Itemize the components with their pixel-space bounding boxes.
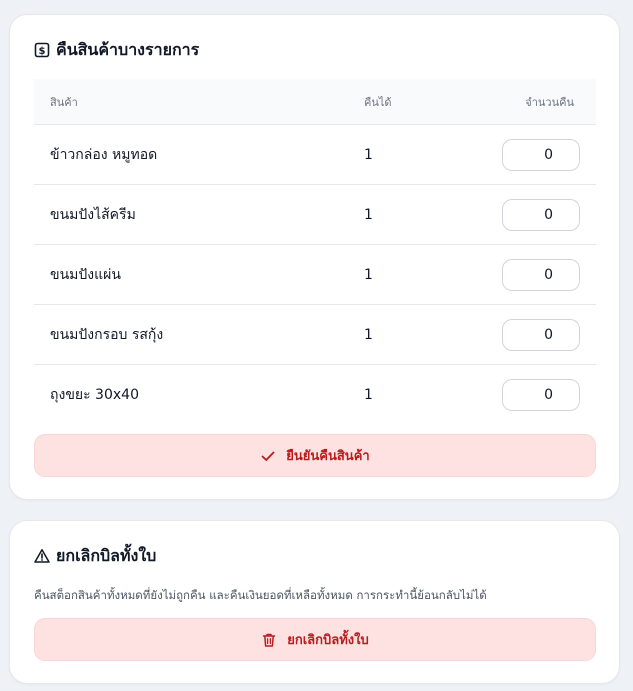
cancel-bill-label: ยกเลิกบิลทั้งใบ — [287, 633, 369, 648]
return-items-title: $ คืนสินค้าบางรายการ — [34, 39, 199, 61]
return-qty-input[interactable] — [502, 379, 580, 411]
check-icon — [260, 448, 276, 464]
returnable-qty: 1 — [364, 266, 373, 283]
cancel-bill-title: ยกเลิกบิลทั้งใบ — [34, 545, 156, 567]
table-row: ขนมปังแผ่น 1 — [34, 245, 596, 305]
confirm-return-label: ยืนยันคืนสินค้า — [286, 449, 370, 464]
cancel-bill-title-text: ยกเลิกบิลทั้งใบ — [56, 545, 157, 565]
table-row: ขนมปังกรอบ รสกุ้ง 1 — [34, 305, 596, 365]
return-qty-input[interactable] — [502, 198, 580, 231]
returnable-qty: 1 — [364, 387, 373, 403]
table-header: สินค้า คืนได้ จำนวนคืน — [34, 79, 596, 125]
return-qty-input[interactable] — [502, 258, 580, 291]
cancel-bill-description: คืนสต็อกสินค้าทั้งหมดที่ยังไม่ถูกคืน และ… — [34, 588, 487, 602]
return-items-table: สินค้า คืนได้ จำนวนคืน ข้าวกล่อง หมูทอด … — [34, 79, 596, 425]
return-qty-input[interactable] — [502, 318, 580, 351]
product-name: ถุงขยะ 30x40 — [50, 387, 139, 403]
cancel-bill-card: ยกเลิกบิลทั้งใบ คืนสต็อกสินค้าทั้งหมดที่… — [9, 520, 620, 684]
return-items-title-text: คืนสินค้าบางรายการ — [56, 39, 200, 59]
product-name: ข้าวกล่อง หมูทอด — [50, 146, 158, 163]
product-name: ขนมปังกรอบ รสกุ้ง — [50, 326, 164, 343]
table-row: ถุงขยะ 30x40 1 — [34, 365, 596, 425]
return-items-card: $ คืนสินค้าบางรายการ สินค้า คืนได้ จำนวน… — [9, 14, 620, 500]
column-header-product: สินค้า — [50, 95, 78, 109]
returnable-qty: 1 — [364, 206, 373, 223]
returnable-qty: 1 — [364, 326, 373, 343]
return-qty-input[interactable] — [502, 138, 580, 171]
table-row: ขนมปังไส้ครีม 1 — [34, 185, 596, 245]
warning-icon — [34, 548, 50, 564]
product-name: ขนมปังแผ่น — [50, 266, 121, 283]
column-header-return-qty: จำนวนคืน — [525, 95, 574, 109]
returnable-qty: 1 — [364, 146, 373, 163]
column-header-returnable: คืนได้ — [364, 95, 392, 109]
product-name: ขนมปังไส้ครีม — [50, 206, 136, 223]
svg-text:$: $ — [39, 46, 46, 57]
trash-icon — [261, 632, 277, 648]
dollar-bill-icon: $ — [34, 42, 50, 58]
cancel-bill-button[interactable]: ยกเลิกบิลทั้งใบ — [34, 618, 596, 661]
table-row: ข้าวกล่อง หมูทอด 1 — [34, 125, 596, 185]
confirm-return-button[interactable]: ยืนยันคืนสินค้า — [34, 434, 596, 477]
